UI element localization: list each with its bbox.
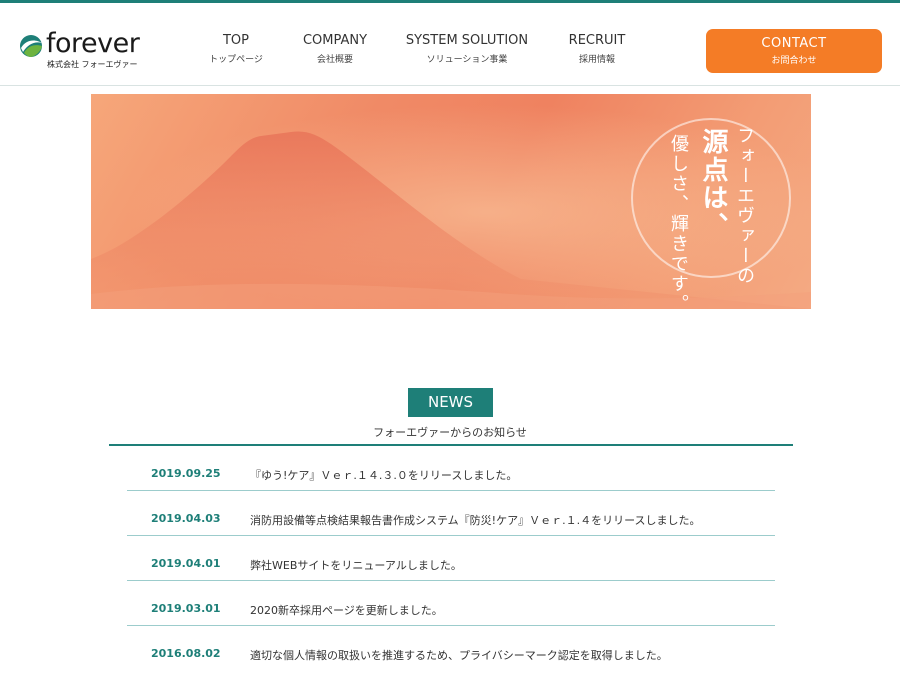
news-title-link[interactable]: 弊社WEBサイトをリニューアルしました。 bbox=[250, 557, 462, 573]
nav-label-ja: ソリューション事業 bbox=[426, 55, 508, 65]
news-list: 2019.09.25 『ゆう!ケア』Ｖｅｒ.１４.３.０をリリースしました。 2… bbox=[127, 446, 775, 670]
logo-mark-icon bbox=[20, 35, 42, 57]
news-title-link[interactable]: 消防用設備等点検結果報告書作成システム『防災!ケア』Ｖｅｒ.１.４をリリースしま… bbox=[250, 512, 701, 528]
logo[interactable]: forever 株式会社 フォーエヴァー bbox=[19, 28, 140, 71]
news-item[interactable]: 2019.04.01 弊社WEBサイトをリニューアルしました。 bbox=[127, 536, 775, 581]
news-item[interactable]: 2016.08.02 適切な個人情報の取扱いを推進するため、プライバシーマーク認… bbox=[127, 626, 775, 670]
news-date: 2016.08.02 bbox=[151, 647, 221, 660]
news-date: 2019.09.25 bbox=[151, 467, 221, 480]
contact-label-en: CONTACT bbox=[761, 36, 827, 51]
nav-label-ja: 会社概要 bbox=[316, 55, 353, 65]
nav-item-recruit[interactable]: RECRUIT 採用情報 bbox=[564, 33, 630, 65]
news-heading: NEWS bbox=[408, 388, 493, 417]
news-title-link[interactable]: 2020新卒採用ページを更新しました。 bbox=[250, 602, 443, 618]
contact-button[interactable]: CONTACT お問合わせ bbox=[706, 29, 882, 73]
news-item[interactable]: 2019.04.03 消防用設備等点検結果報告書作成システム『防災!ケア』Ｖｅｒ… bbox=[127, 491, 775, 536]
nav-item-company[interactable]: COMPANY 会社概要 bbox=[300, 33, 370, 65]
logo-wordmark: forever bbox=[46, 28, 140, 59]
news-title-link[interactable]: 適切な個人情報の取扱いを推進するため、プライバシーマーク認定を取得しました。 bbox=[250, 647, 668, 663]
hero-tagline-line1: フォーエヴァーの bbox=[734, 126, 755, 286]
hero-tagline-line2: 源点は、 bbox=[698, 128, 728, 240]
news-title-link[interactable]: 『ゆう!ケア』Ｖｅｒ.１４.３.０をリリースしました。 bbox=[250, 467, 517, 483]
news-date: 2019.04.01 bbox=[151, 557, 221, 570]
nav-label-en: TOP bbox=[222, 33, 249, 48]
nav-label-en: COMPANY bbox=[302, 33, 368, 48]
news-date: 2019.03.01 bbox=[151, 602, 221, 615]
news-item[interactable]: 2019.03.01 2020新卒採用ページを更新しました。 bbox=[127, 581, 775, 626]
nav-label-ja: 採用情報 bbox=[578, 55, 615, 65]
contact-label-ja: お問合わせ bbox=[771, 56, 817, 66]
news-item[interactable]: 2019.09.25 『ゆう!ケア』Ｖｅｒ.１４.３.０をリリースしました。 bbox=[127, 446, 775, 491]
hero-banner: フォーエヴァーの 源点は、 優しさ、輝きです。 bbox=[91, 94, 811, 309]
nav-label-ja: トップページ bbox=[209, 55, 263, 65]
company-name: 株式会社 フォーエヴァー bbox=[47, 60, 138, 69]
news-date: 2019.04.03 bbox=[151, 512, 221, 525]
hero-tagline-line3: 優しさ、輝きです。 bbox=[668, 134, 689, 309]
news-subtitle: フォーエヴァーからのお知らせ bbox=[373, 426, 527, 439]
site-header: forever 株式会社 フォーエヴァー TOP トップページ COMPANY … bbox=[0, 3, 900, 86]
nav-label-en: SYSTEM SOLUTION bbox=[405, 33, 529, 48]
nav-item-system-solution[interactable]: SYSTEM SOLUTION ソリューション事業 bbox=[405, 33, 529, 65]
nav-label-en: RECRUIT bbox=[568, 33, 626, 48]
nav-item-top[interactable]: TOP トップページ bbox=[208, 33, 264, 65]
